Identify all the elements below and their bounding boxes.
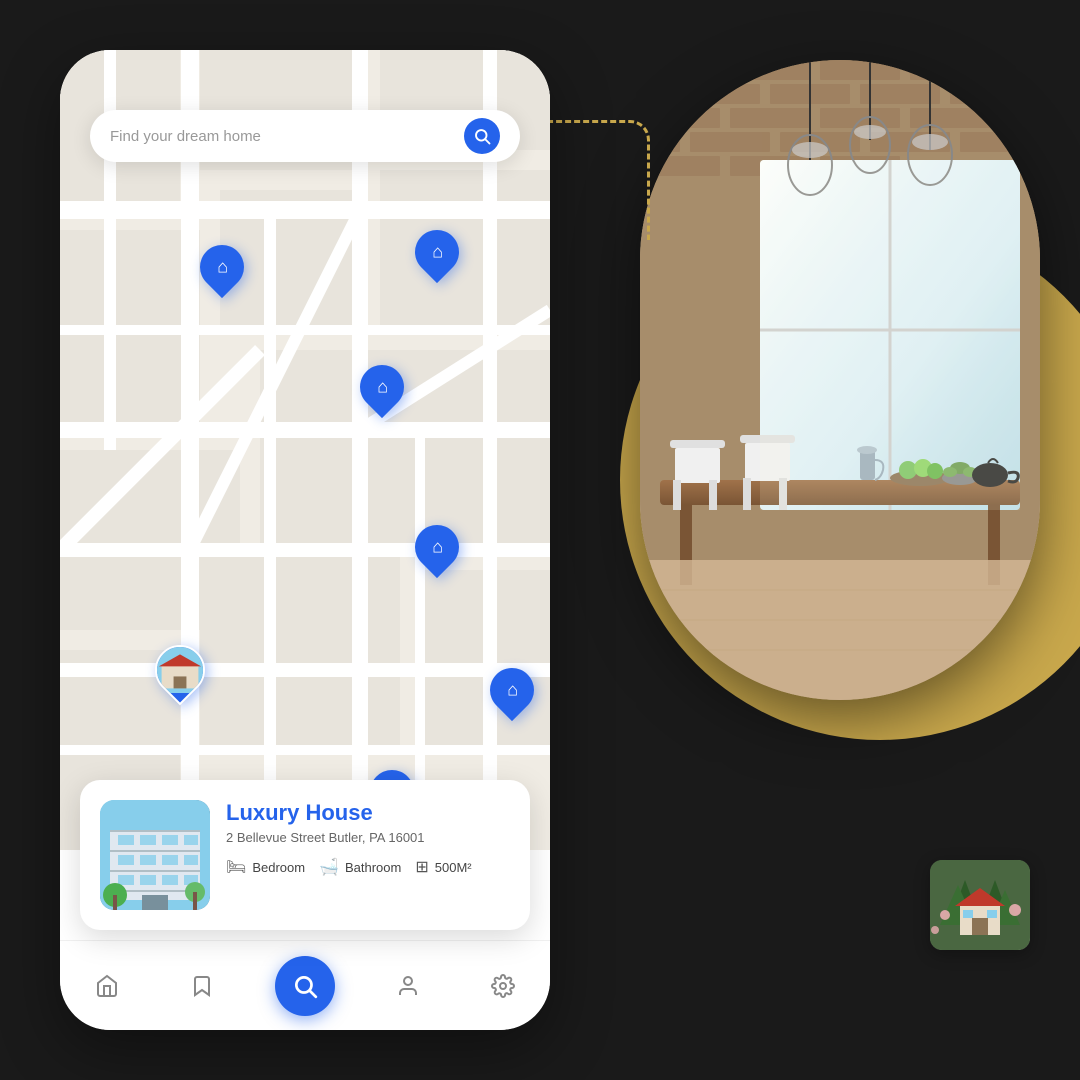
nav-bookmark[interactable] (180, 964, 224, 1008)
bathroom-label: Bathroom (345, 860, 401, 875)
property-card[interactable]: Luxury House 2 Bellevue Street Butler, P… (80, 780, 530, 930)
property-features: 🛏 Bedroom 🛁 Bathroom ⊞ 500M² (226, 857, 510, 877)
map-pin-photo[interactable] (155, 645, 205, 695)
bedroom-label: Bedroom (252, 860, 305, 875)
map-pin-2[interactable]: ⌂ (415, 230, 459, 274)
phone-mockup: ⌂ ⌂ ⌂ ⌂ (60, 50, 550, 1030)
property-info: Luxury House 2 Bellevue Street Butler, P… (226, 800, 510, 910)
search-placeholder: Find your dream home (110, 128, 464, 145)
dining-room-photo (640, 60, 1040, 700)
nav-profile[interactable] (386, 964, 430, 1008)
bottom-bar-decoration (540, 1020, 1080, 1080)
search-button[interactable] (464, 118, 500, 154)
bathroom-icon: 🛁 (319, 857, 339, 877)
bathroom-feature: 🛁 Bathroom (319, 857, 401, 877)
dining-scene-svg (640, 60, 1040, 700)
nav-search-center[interactable] (275, 956, 335, 1016)
nav-home[interactable] (85, 964, 129, 1008)
property-photo-container (640, 60, 1040, 700)
map-pin-6[interactable]: ⌂ (490, 668, 534, 712)
map-pin-1[interactable]: ⌂ (200, 245, 244, 289)
small-house-thumbnail (930, 860, 1030, 950)
map-pin-4[interactable]: ⌂ (415, 525, 459, 569)
property-image (100, 800, 210, 910)
area-feature: ⊞ 500M² (415, 857, 471, 877)
area-icon: ⊞ (415, 857, 428, 877)
map-area[interactable]: ⌂ ⌂ ⌂ ⌂ (60, 50, 550, 850)
map-pin-3[interactable]: ⌂ (360, 365, 404, 409)
search-bar[interactable]: Find your dream home (90, 110, 520, 162)
bedroom-icon: 🛏 (226, 857, 246, 877)
top-bar-decoration (540, 0, 1080, 60)
property-title: Luxury House (226, 800, 510, 826)
property-address: 2 Bellevue Street Butler, PA 16001 (226, 830, 510, 845)
map-roads-svg (60, 50, 550, 850)
nav-settings[interactable] (481, 964, 525, 1008)
bedroom-feature: 🛏 Bedroom (226, 857, 305, 877)
small-house-svg (930, 860, 1030, 950)
area-label: 500M² (435, 860, 472, 875)
bottom-navigation (60, 940, 550, 1030)
